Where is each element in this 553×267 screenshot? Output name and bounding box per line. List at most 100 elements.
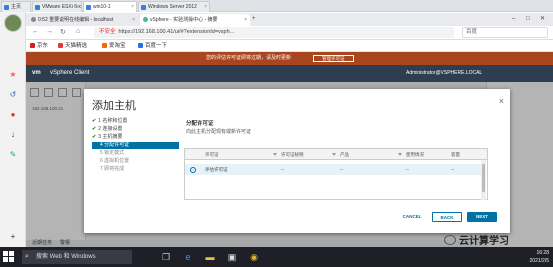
- column-header-key[interactable]: 许可证秘钥: [281, 149, 304, 160]
- reload-icon[interactable]: ↻: [60, 28, 66, 36]
- bookmark-jd[interactable]: 京东: [30, 40, 48, 52]
- step-2[interactable]: ✔ 2 连接设置: [92, 126, 122, 133]
- section-title: 分配许可证: [186, 121, 214, 127]
- app-header: vm vSphere Client Administrator@VSPHERE.…: [26, 65, 553, 82]
- clock-time: 16:28: [536, 250, 549, 256]
- windows-start-icon[interactable]: [3, 251, 15, 263]
- row-radio-selected[interactable]: [190, 167, 196, 173]
- license-grid: 许可证 许可证秘钥 产品 使用情况 容量 评估许可证 -- -- -- --: [184, 148, 488, 200]
- store-icon[interactable]: ▣: [226, 251, 238, 263]
- bookmark-aitaobao[interactable]: 爱淘宝: [102, 40, 126, 52]
- url-text: https://192.168.100.41/ui/#?extensionId=…: [118, 29, 235, 35]
- close-icon[interactable]: ×: [132, 14, 135, 26]
- filter-icon[interactable]: [332, 153, 336, 156]
- start-tile: [3, 251, 8, 256]
- banner-message: 您的评估许可证即将过期，请及时更新: [206, 55, 292, 61]
- filter-icon[interactable]: [398, 153, 402, 156]
- column-header-license[interactable]: 许可证: [205, 149, 219, 160]
- cell-usage: --: [406, 167, 409, 172]
- task-view-icon[interactable]: ❐: [160, 251, 172, 263]
- chrome-icon[interactable]: ◉: [248, 251, 260, 263]
- vm-icon: [35, 5, 40, 10]
- dialog-title: 添加主机: [92, 100, 136, 112]
- start-tile: [9, 251, 14, 256]
- cell-capacity: --: [451, 167, 454, 172]
- pen-icon[interactable]: ✎: [8, 150, 18, 160]
- bookmarks-bar: 京东 天猫精选 爱淘宝 百度一下: [26, 40, 553, 52]
- back-icon[interactable]: ←: [32, 28, 39, 35]
- os-tab-esxi[interactable]: VMware ESXi 6.x ×: [32, 1, 82, 12]
- user-menu[interactable]: Administrator@VSPHERE.LOCAL: [406, 65, 482, 82]
- new-tab-icon[interactable]: +: [252, 13, 256, 25]
- wechat-logo-icon: [444, 235, 456, 245]
- os-tab-winserver[interactable]: Windows Server 2012 ×: [138, 1, 210, 12]
- vsphere-icon: [143, 17, 148, 22]
- start-tile: [9, 257, 14, 262]
- manage-license-button[interactable]: 管理许可证: [313, 55, 354, 62]
- vm-icon: [86, 5, 91, 10]
- bookmark-icon: [138, 43, 143, 48]
- close-icon[interactable]: ×: [131, 2, 134, 12]
- close-window-icon[interactable]: ✕: [540, 13, 545, 25]
- system-tray[interactable]: 16:28 2021/2/5: [530, 249, 549, 265]
- explorer-icon[interactable]: ▬: [204, 251, 216, 263]
- grid-scrollbar[interactable]: [481, 160, 486, 200]
- avatar[interactable]: [4, 14, 22, 32]
- grid-header: 许可证 许可证秘钥 产品 使用情况 容量: [185, 149, 487, 160]
- taskbar-search[interactable]: ⌕ 搜索 Web 和 Windows: [22, 250, 132, 264]
- browser-tab-notes[interactable]: 0:52 重要说明在线编辑 - localhost ×: [28, 14, 138, 26]
- url-input[interactable]: 不安全 https://192.168.100.41/ui/#?extension…: [94, 27, 454, 38]
- vm-logo: vm: [32, 70, 41, 76]
- scrollbar-thumb[interactable]: [482, 164, 485, 192]
- os-sidebar: ★ ↺ ● ↓ ✎ +: [0, 12, 26, 247]
- address-bar: ← → ↻ ⌂ 不安全 https://192.168.100.41/ui/#?e…: [26, 26, 553, 40]
- table-row[interactable]: 评估许可证 -- -- -- --: [185, 164, 481, 175]
- os-tab-home[interactable]: 主页: [1, 1, 31, 12]
- os-tab-strip: 主页 VMware ESXi 6.x × win10-1 × Windows Ser…: [0, 0, 553, 12]
- license-banner: 您的评估许可证即将过期，请及时更新 管理许可证: [26, 52, 553, 65]
- check-icon: ✔: [92, 118, 97, 124]
- step-3[interactable]: ✔ 3 主机摘要: [92, 134, 122, 141]
- forward-icon[interactable]: →: [46, 28, 53, 35]
- history-icon[interactable]: ↺: [8, 90, 18, 100]
- weibo-icon[interactable]: ●: [8, 110, 18, 120]
- next-button[interactable]: NEXT: [467, 212, 497, 222]
- search-input[interactable]: 百度: [462, 27, 548, 38]
- bookmark-baidu[interactable]: 百度一下: [138, 40, 167, 52]
- section-subtitle: 向此主机分配现有或新许可证: [186, 129, 252, 135]
- minimize-icon[interactable]: –: [512, 13, 515, 25]
- step-7: 7 即将完成: [100, 166, 125, 172]
- close-icon[interactable]: ×: [204, 2, 207, 12]
- bookmark-tmall[interactable]: 天猫精选: [58, 40, 87, 52]
- os-tab-win10[interactable]: win10-1 ×: [83, 1, 137, 12]
- cell-product: --: [340, 167, 343, 172]
- edge-icon[interactable]: e: [182, 251, 194, 263]
- browser-tab-vsphere[interactable]: vSphere - 实验测操中心 - 摘要 ×: [140, 14, 250, 26]
- star-icon[interactable]: ★: [8, 70, 18, 80]
- column-header-capacity[interactable]: 容量: [451, 149, 460, 160]
- check-icon: ✔: [92, 126, 97, 132]
- column-header-product[interactable]: 产品: [340, 149, 349, 160]
- cancel-button[interactable]: CANCEL: [397, 212, 427, 222]
- bookmark-icon: [58, 43, 63, 48]
- step-4-current[interactable]: 4 分配许可证: [92, 142, 179, 149]
- close-icon[interactable]: ×: [76, 2, 79, 12]
- close-icon[interactable]: ×: [244, 14, 247, 26]
- filter-icon[interactable]: [273, 153, 277, 156]
- home-icon[interactable]: ⌂: [76, 28, 80, 35]
- vm-icon: [141, 5, 146, 10]
- start-tile: [3, 257, 8, 262]
- back-button[interactable]: BACK: [432, 212, 462, 222]
- cell-key: --: [281, 167, 284, 172]
- step-6: 6 虚拟机位置: [100, 158, 130, 164]
- add-icon[interactable]: +: [8, 232, 18, 242]
- column-header-usage[interactable]: 使用情况: [406, 149, 424, 160]
- download-icon[interactable]: ↓: [8, 130, 18, 140]
- close-icon[interactable]: ×: [499, 96, 504, 106]
- maximize-icon[interactable]: □: [526, 13, 530, 25]
- add-host-dialog: 添加主机 × ✔ 1 名称和位置 ✔ 2 连接设置 ✔ 3 主机摘要 4 分配许可证 …: [84, 89, 510, 233]
- bookmark-icon: [102, 43, 107, 48]
- step-1[interactable]: ✔ 1 名称和位置: [92, 118, 127, 125]
- security-warning: 不安全: [99, 29, 116, 35]
- step-5: 5 锁定模式: [100, 150, 125, 156]
